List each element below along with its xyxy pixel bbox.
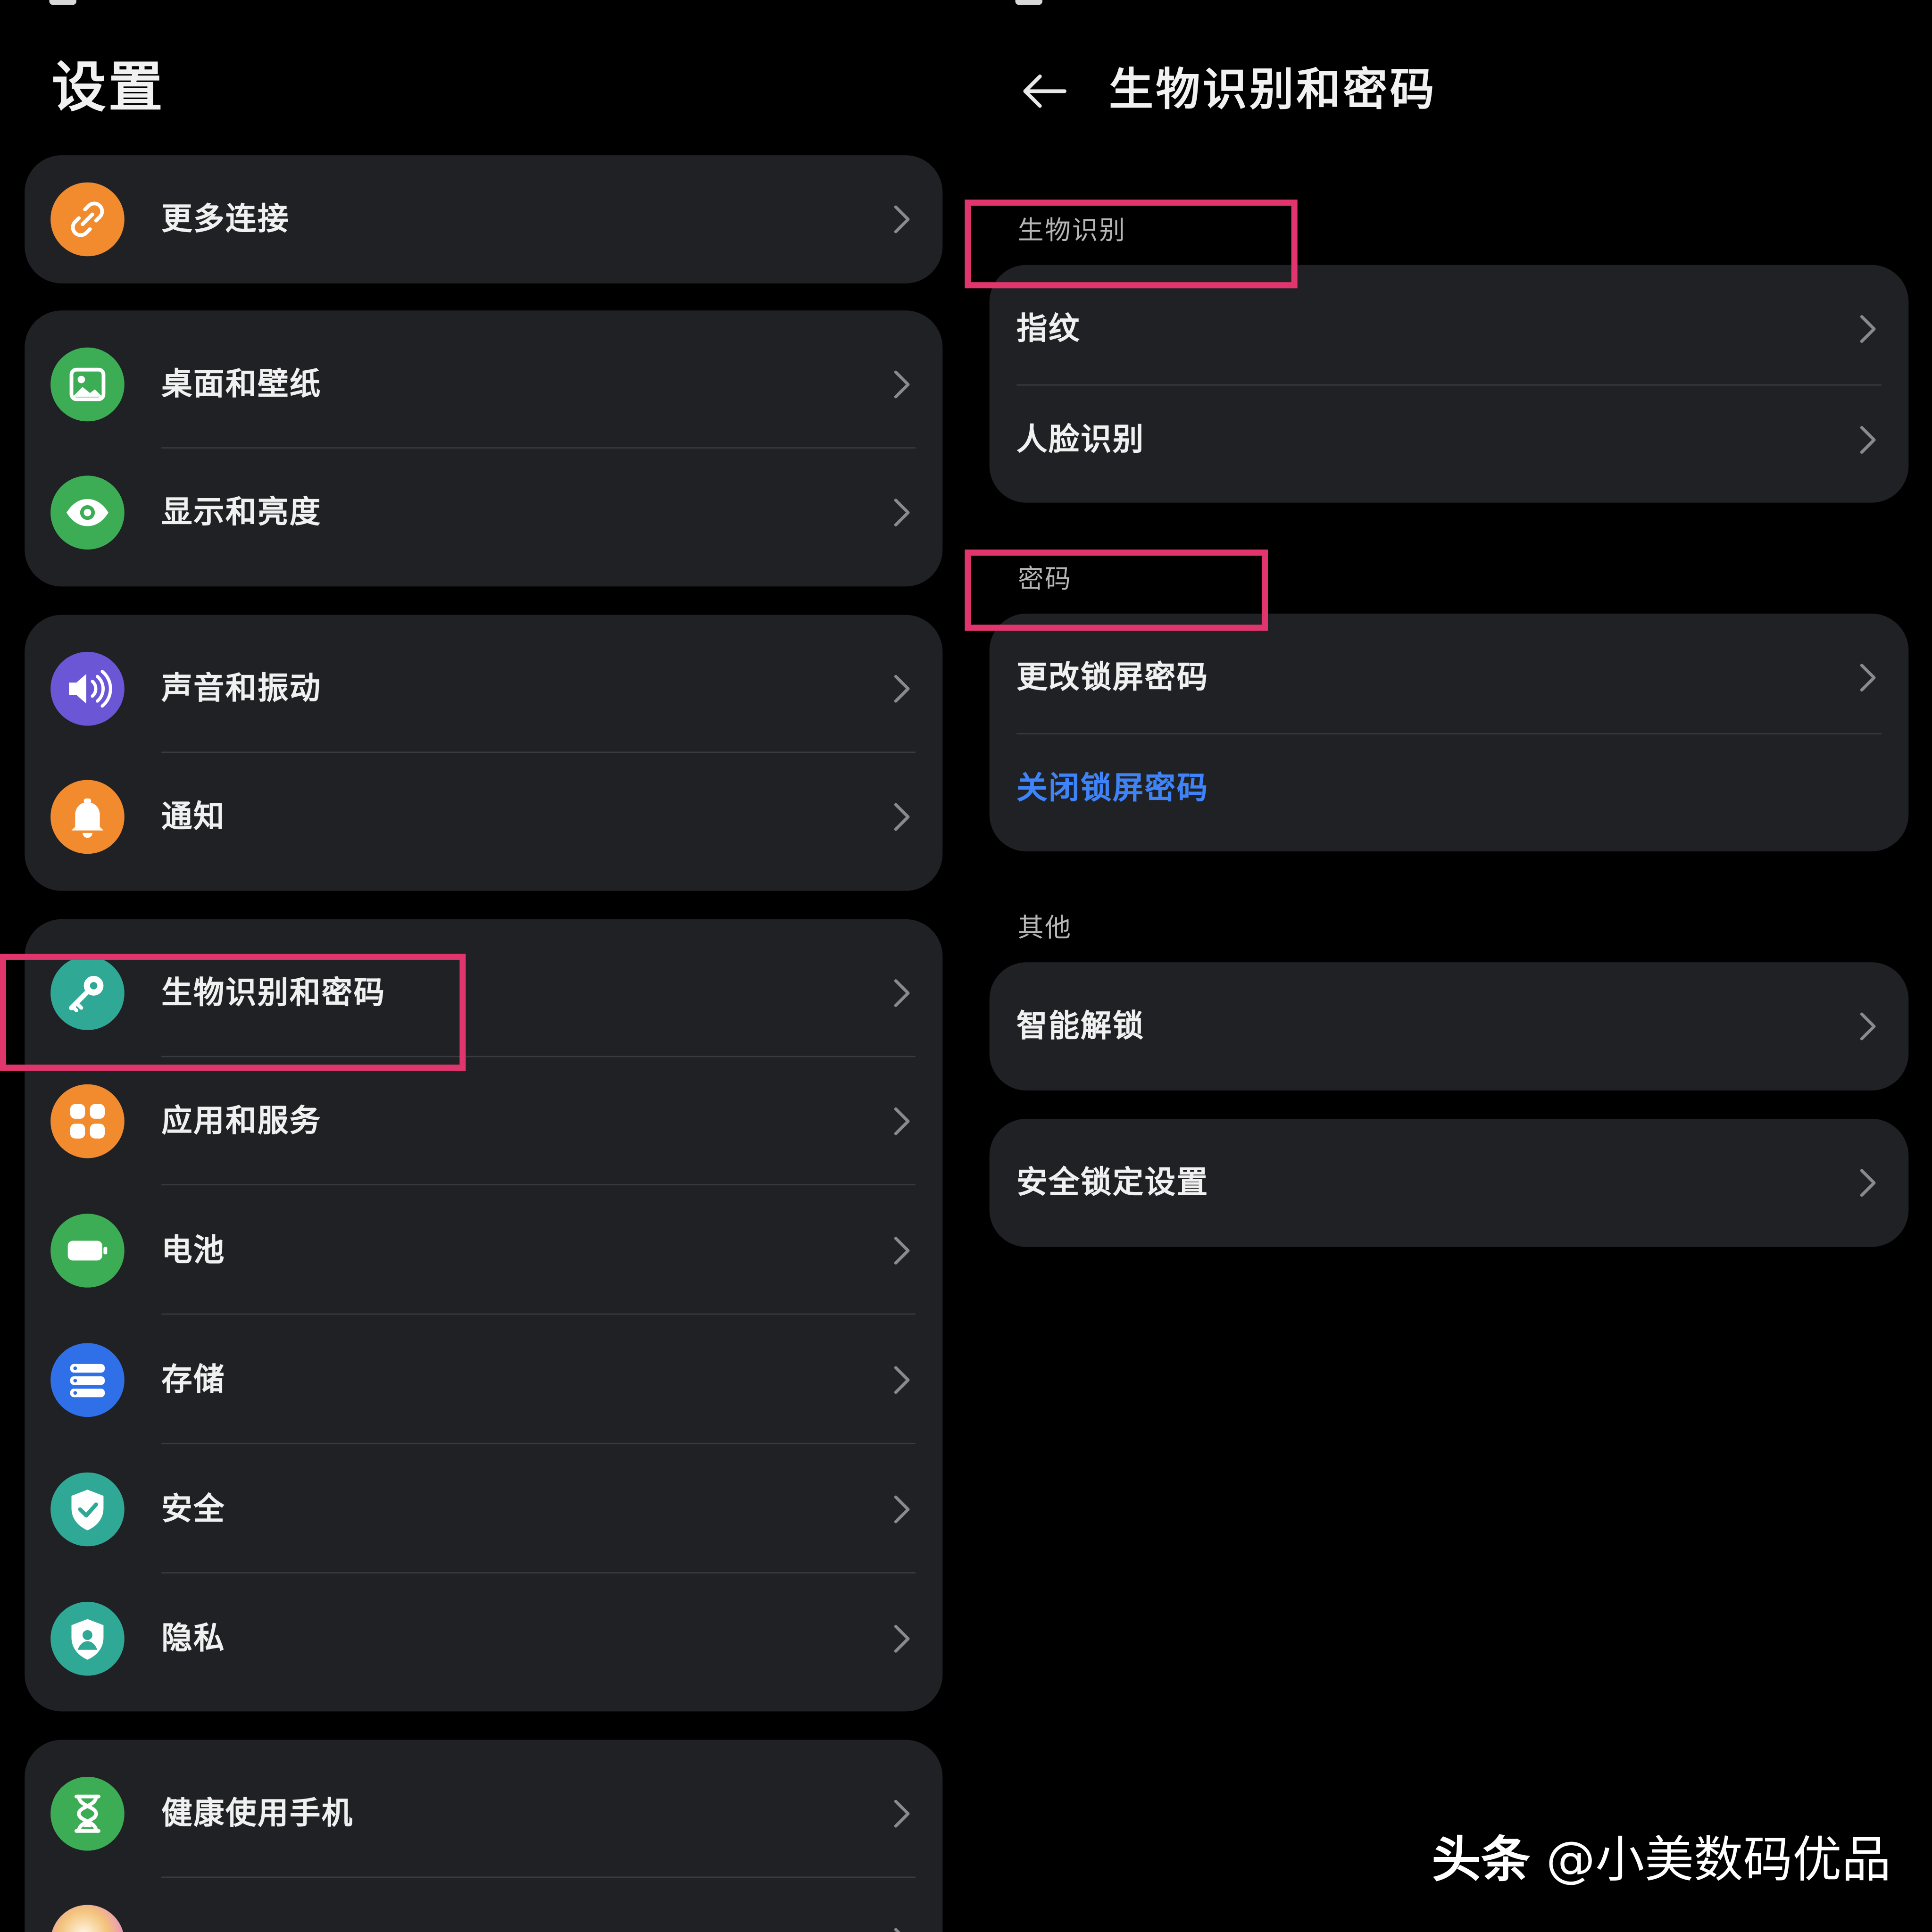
item-label-link: 关闭锁屏密码 <box>1016 770 1209 806</box>
highlight-box-biometrics-header <box>965 200 1298 289</box>
settings-item-label: 电池 <box>161 1232 226 1268</box>
link-icon <box>50 182 125 257</box>
settings-item-label: 健康使用手机 <box>161 1795 354 1831</box>
assistant-icon <box>50 1905 125 1932</box>
settings-card-sound: 声音和振动 通知 <box>25 615 943 891</box>
watermark-handle: @小美数码优品 <box>1546 1832 1891 1889</box>
chevron-right-icon <box>1854 1166 1881 1200</box>
settings-item-security[interactable]: 安全 <box>25 1445 942 1574</box>
settings-item-display[interactable]: 显示和亮度 <box>25 449 942 577</box>
storage-icon <box>50 1343 125 1417</box>
settings-item-label: 桌面和壁纸 <box>161 366 322 402</box>
hourglass-icon <box>50 1776 125 1851</box>
settings-item-notifications[interactable]: 通知 <box>25 753 942 881</box>
watermark-brand: 头条 <box>1432 1832 1531 1889</box>
settings-item-label: 存储 <box>161 1361 226 1398</box>
chevron-right-icon <box>888 799 915 834</box>
settings-item-label: 更多连接 <box>161 200 290 237</box>
settings-item-label: 声音和振动 <box>161 670 322 706</box>
item-face-recognition[interactable]: 人脸识别 <box>990 383 1909 496</box>
chevron-right-icon <box>888 1233 915 1268</box>
highlight-box-password-header <box>965 550 1268 631</box>
chevron-right-icon <box>888 202 915 236</box>
card-security-lock: 安全锁定设置 <box>989 1118 1909 1247</box>
apps-grid-icon <box>50 1084 125 1158</box>
item-label: 更改锁屏密码 <box>1016 659 1209 695</box>
item-security-lock-settings[interactable]: 安全锁定设置 <box>990 1126 1909 1240</box>
item-smart-unlock[interactable]: 智能解锁 <box>990 970 1909 1083</box>
row-divider <box>161 1442 916 1444</box>
settings-item-label: 隐私 <box>161 1620 226 1656</box>
screenshot-stage: 设置 更多连接 桌面和壁纸 显示和亮度 声音和振动 通知 生物识别和密码 应用和… <box>0 0 1932 1932</box>
item-label: 人脸识别 <box>1016 421 1145 458</box>
chevron-right-icon <box>1854 660 1881 695</box>
settings-item-more-connections[interactable]: 更多连接 <box>25 155 942 283</box>
chevron-right-icon <box>888 367 915 401</box>
settings-item-cut-off[interactable] <box>25 1878 942 1932</box>
settings-card-connections: 更多连接 <box>25 155 943 283</box>
row-divider <box>161 1313 916 1315</box>
settings-item-apps[interactable]: 应用和服务 <box>25 1057 942 1185</box>
wallpaper-icon <box>50 347 125 422</box>
item-label: 智能解锁 <box>1016 1008 1145 1044</box>
settings-item-privacy[interactable]: 隐私 <box>25 1574 942 1703</box>
status-bar-left-fragment <box>49 0 76 5</box>
eye-icon <box>50 475 125 550</box>
settings-item-digital-balance[interactable]: 健康使用手机 <box>25 1749 942 1878</box>
settings-page-title: 设置 <box>51 57 166 120</box>
chevron-right-icon <box>888 1797 915 1831</box>
row-divider <box>161 1572 916 1574</box>
speaker-icon <box>50 651 125 726</box>
back-arrow-icon[interactable] <box>1018 64 1072 118</box>
row-divider <box>161 1184 916 1185</box>
settings-item-label: 通知 <box>161 798 226 834</box>
settings-item-label: 安全 <box>161 1491 226 1527</box>
shield-check-icon <box>50 1472 125 1547</box>
chevron-right-icon <box>888 1104 915 1139</box>
item-fingerprint[interactable]: 指纹 <box>990 272 1909 386</box>
chevron-right-icon <box>1854 423 1881 457</box>
chevron-right-icon <box>1854 312 1881 346</box>
item-disable-lock-password[interactable]: 关闭锁屏密码 <box>990 732 1909 845</box>
chevron-right-icon <box>888 1924 915 1932</box>
page-title: 生物识别和密码 <box>1109 65 1437 116</box>
item-change-lock-password[interactable]: 更改锁屏密码 <box>990 621 1909 734</box>
card-biometrics: 指纹 人脸识别 <box>989 265 1909 503</box>
battery-icon <box>50 1214 125 1288</box>
settings-item-label: 应用和服务 <box>161 1102 322 1139</box>
settings-card-display: 桌面和壁纸 显示和亮度 <box>25 310 943 587</box>
item-label: 安全锁定设置 <box>1016 1164 1209 1200</box>
watermark: 头条 @小美数码优品 <box>1432 1826 1891 1895</box>
status-bar-right-fragment <box>1015 0 1042 5</box>
chevron-right-icon <box>888 976 915 1010</box>
item-label: 指纹 <box>1016 310 1081 347</box>
chevron-right-icon <box>888 1492 915 1526</box>
settings-item-label: 显示和亮度 <box>161 494 322 530</box>
chevron-right-icon <box>888 1622 915 1656</box>
bell-icon <box>50 780 125 854</box>
settings-card-health: 健康使用手机 <box>25 1740 943 1932</box>
section-header-other: 其他 <box>1017 913 1072 943</box>
settings-item-sound[interactable]: 声音和振动 <box>25 625 942 753</box>
chevron-right-icon <box>888 495 915 530</box>
chevron-right-icon <box>888 1363 915 1397</box>
card-other: 智能解锁 <box>989 962 1909 1091</box>
settings-item-storage[interactable]: 存储 <box>25 1316 942 1444</box>
card-password: 更改锁屏密码 关闭锁屏密码 <box>989 613 1909 852</box>
chevron-right-icon <box>888 672 915 706</box>
settings-item-battery[interactable]: 电池 <box>25 1187 942 1315</box>
privacy-shield-icon <box>50 1601 125 1676</box>
settings-item-wallpaper[interactable]: 桌面和壁纸 <box>25 320 942 449</box>
highlight-box-biometrics-item <box>0 953 466 1071</box>
chevron-right-icon <box>1854 1009 1881 1043</box>
